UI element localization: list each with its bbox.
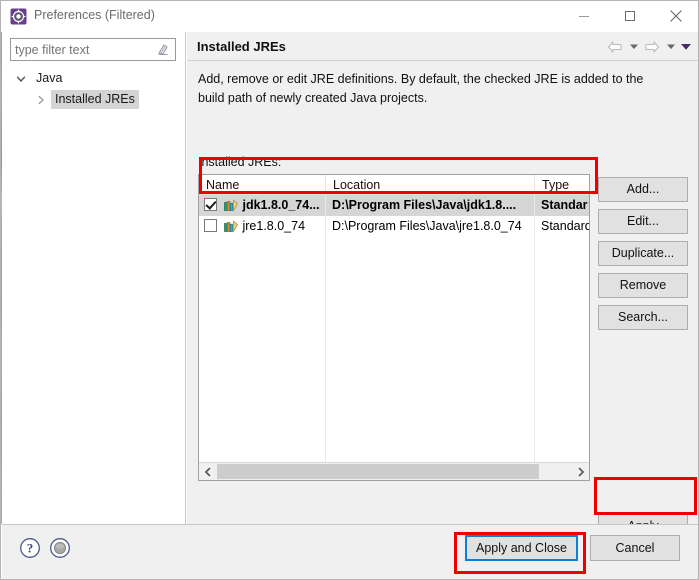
scrollbar-thumb[interactable] [217,464,539,479]
dialog-button-bar: ? Apply and Close Cancel [2,524,699,580]
maximize-button[interactable] [607,1,653,31]
column-header-name[interactable]: Name [199,175,326,195]
minimize-button[interactable] [561,1,607,31]
svg-text:?: ? [27,541,34,556]
sidebar-item-java[interactable]: Java [2,68,185,89]
remove-button[interactable]: Remove [598,273,688,298]
table-empty-row [199,426,589,447]
filter-field-wrapper[interactable] [10,38,176,61]
page-header: Installed JREs [187,32,699,61]
duplicate-button[interactable]: Duplicate... [598,241,688,266]
cancel-button[interactable]: Cancel [590,535,680,561]
clear-filter-icon[interactable] [155,42,171,57]
table-row[interactable]: jdk1.8.0_74... D:\Program Files\Java\jdk… [199,195,589,216]
view-menu-icon[interactable] [678,37,693,57]
table-empty-row [199,279,589,300]
page-title: Installed JREs [197,39,286,54]
edit-button[interactable]: Edit... [598,209,688,234]
preferences-tree-pane: Java Installed JREs [2,32,186,524]
jre-library-icon [224,219,239,237]
forward-history-chevron-down-icon[interactable] [663,37,678,57]
installed-jres-label: Installed JREs: [198,155,281,169]
page-description: Add, remove or edit JRE definitions. By … [198,70,668,108]
cell-name-text: jre1.8.0_74 [242,219,305,233]
row-checkbox[interactable] [204,219,217,232]
page-nav-toolbar [604,37,693,57]
preference-page: Installed JREs [187,32,699,524]
table-empty-row [199,363,589,384]
column-header-type[interactable]: Type [535,175,589,195]
table-header-row: Name Location Type [199,175,589,195]
cell-name-text: jdk1.8.0_74... [242,198,319,212]
cell-name[interactable]: jdk1.8.0_74... [199,195,326,216]
table-empty-row [199,405,589,426]
chevron-down-icon[interactable] [14,68,28,89]
title-bar: Preferences (Filtered) [1,1,699,32]
cell-type[interactable]: Standar [535,195,589,216]
cell-location[interactable]: D:\Program Files\Java\jdk1.8.... [326,195,535,216]
preferences-dialog: Preferences (Filtered) [0,0,699,580]
row-checkbox[interactable] [204,198,217,211]
help-question-icon[interactable]: ? [19,537,41,559]
window-title: Preferences (Filtered) [34,8,155,22]
table-row[interactable]: jre1.8.0_74 D:\Program Files\Java\jre1.8… [199,216,589,237]
preferences-gear-icon [10,8,27,25]
table-horizontal-scrollbar[interactable] [199,462,589,480]
back-arrow-icon[interactable] [604,37,626,57]
table-empty-row [199,237,589,258]
restore-defaults-icon[interactable] [49,537,71,559]
column-header-location[interactable]: Location [326,175,535,195]
jre-library-icon [224,198,239,216]
search-input[interactable] [11,39,153,60]
sidebar-item-label: Java [32,68,66,89]
preferences-tree: Java Installed JREs [2,68,185,110]
forward-arrow-icon[interactable] [641,37,663,57]
scroll-left-icon[interactable] [199,463,216,480]
table-empty-row [199,321,589,342]
cell-name[interactable]: jre1.8.0_74 [199,216,326,237]
table-empty-row [199,342,589,363]
cell-location[interactable]: D:\Program Files\Java\jre1.8.0_74 [326,216,535,237]
installed-jres-table[interactable]: Name Location Type [198,174,590,481]
table-empty-row [199,258,589,279]
table-body: jdk1.8.0_74... D:\Program Files\Java\jdk… [199,195,589,463]
table-empty-row [199,300,589,321]
scroll-right-icon[interactable] [572,463,589,480]
add-button[interactable]: Add... [598,177,688,202]
table-empty-row [199,384,589,405]
sidebar-item-label: Installed JREs [51,90,139,109]
apply-and-close-button[interactable]: Apply and Close [465,535,578,561]
search-button[interactable]: Search... [598,305,688,330]
close-button[interactable] [653,1,699,31]
chevron-right-icon[interactable] [34,89,48,110]
back-history-chevron-down-icon[interactable] [626,37,641,57]
cell-type[interactable]: Standard [535,216,589,237]
sidebar-item-installed-jres[interactable]: Installed JREs [2,89,185,110]
